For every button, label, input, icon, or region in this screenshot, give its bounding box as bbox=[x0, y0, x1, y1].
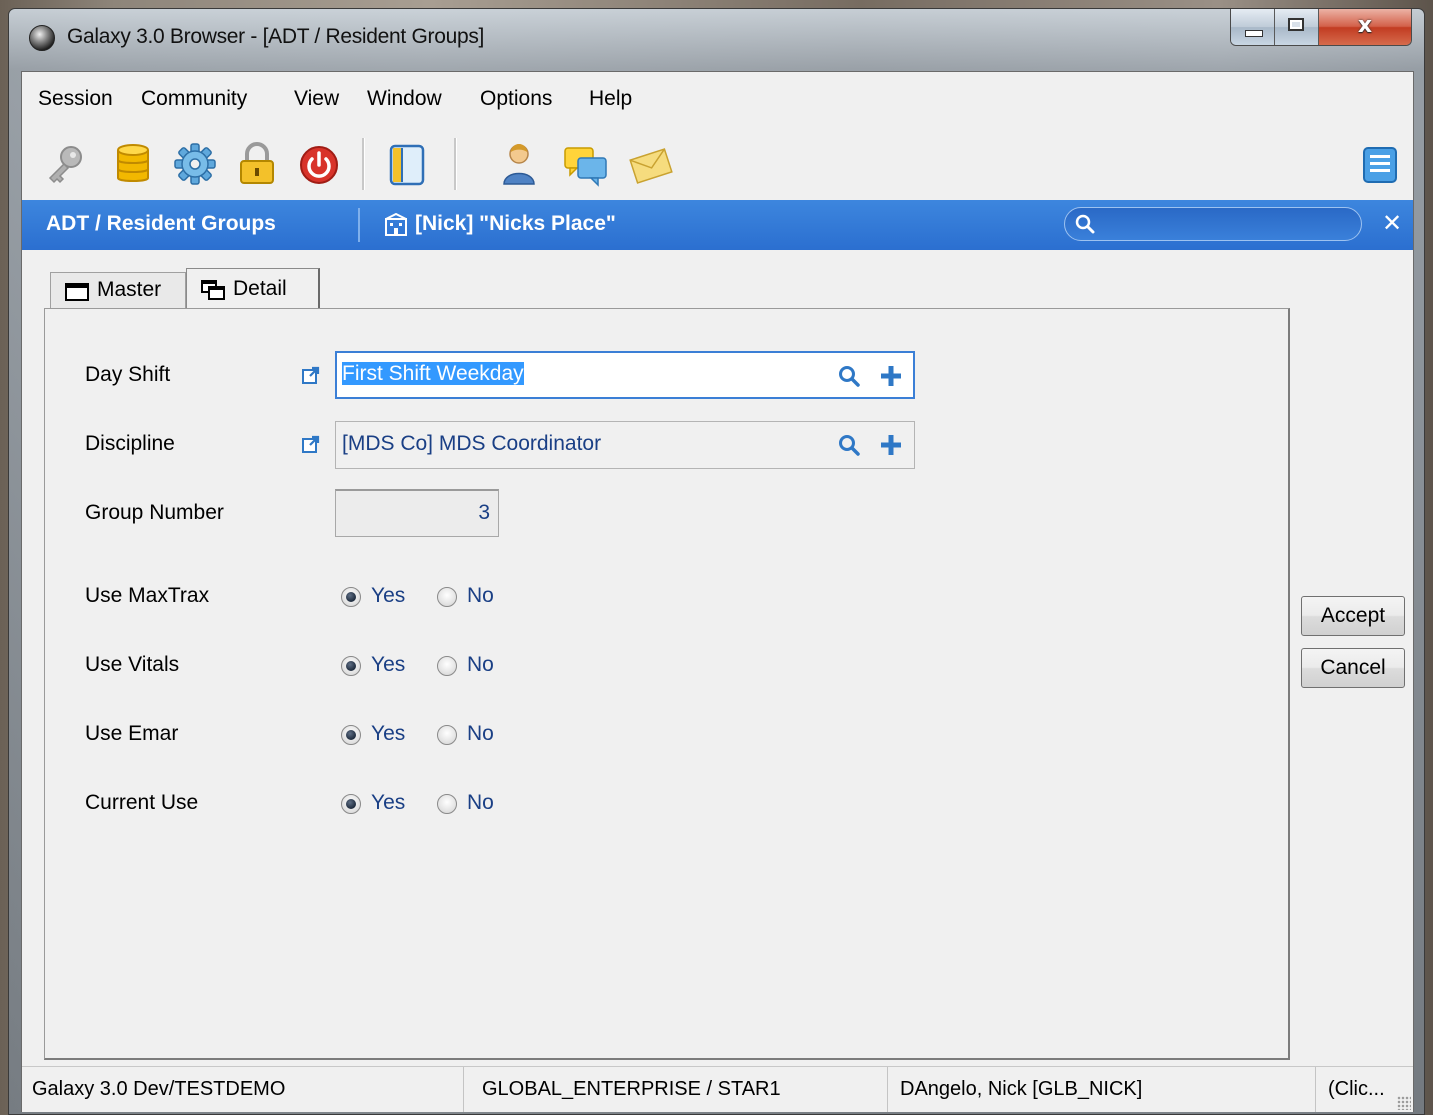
group-number-value[interactable]: 3 bbox=[478, 501, 490, 525]
app-window: Galaxy 3.0 Browser - [ADT / Resident Gro… bbox=[8, 8, 1425, 1115]
tab-detail-label: Detail bbox=[233, 277, 287, 300]
use-maxtrax-yes-label[interactable]: Yes bbox=[371, 584, 405, 608]
current-use-yes-label[interactable]: Yes bbox=[371, 791, 405, 815]
mail-icon[interactable] bbox=[628, 140, 674, 188]
tab-detail[interactable]: Detail bbox=[186, 268, 320, 310]
key-icon[interactable] bbox=[42, 140, 88, 188]
module-title: ADT / Resident Groups bbox=[46, 212, 276, 235]
search-icon[interactable] bbox=[837, 433, 861, 457]
current-use-radio-group: Yes No bbox=[341, 791, 521, 823]
database-icon[interactable] bbox=[110, 140, 156, 188]
status-user-text: DAngelo, Nick [GLB_NICK] bbox=[900, 1078, 1143, 1100]
use-emar-yes-label[interactable]: Yes bbox=[371, 722, 405, 746]
user-icon[interactable] bbox=[496, 140, 542, 188]
resize-grip[interactable] bbox=[1397, 1096, 1411, 1110]
toolbar-separator bbox=[362, 138, 365, 190]
add-icon[interactable] bbox=[879, 433, 903, 457]
discipline-field[interactable]: [MDS Co] MDS Coordinator bbox=[335, 421, 915, 469]
use-emar-yes-radio[interactable] bbox=[341, 725, 361, 745]
group-number-field[interactable]: 3 bbox=[335, 489, 499, 537]
use-emar-no-label[interactable]: No bbox=[467, 722, 494, 746]
use-vitals-radio-group: Yes No bbox=[341, 653, 521, 685]
tab-master[interactable]: Master bbox=[50, 272, 186, 308]
status-hint-text: (Clic... bbox=[1328, 1078, 1385, 1100]
status-environment-text: Galaxy 3.0 Dev/TESTDEMO bbox=[32, 1078, 286, 1100]
use-emar-radio-group: Yes No bbox=[341, 722, 521, 754]
list-menu-icon[interactable] bbox=[1360, 140, 1400, 188]
status-bar: Galaxy 3.0 Dev/TESTDEMO GLOBAL_ENTERPRIS… bbox=[22, 1066, 1413, 1112]
menu-session[interactable]: Session bbox=[38, 87, 113, 111]
use-maxtrax-no-label[interactable]: No bbox=[467, 584, 494, 608]
tab-master-label: Master bbox=[97, 278, 162, 301]
menu-help[interactable]: Help bbox=[589, 87, 632, 111]
galaxy-app-icon bbox=[29, 25, 55, 51]
day-shift-value[interactable]: First Shift Weekday bbox=[342, 362, 524, 386]
open-link-icon[interactable] bbox=[301, 365, 321, 385]
open-link-icon[interactable] bbox=[301, 434, 321, 454]
current-use-no-radio[interactable] bbox=[437, 794, 457, 814]
status-environment: Galaxy 3.0 Dev/TESTDEMO bbox=[22, 1067, 464, 1112]
use-maxtrax-yes-radio[interactable] bbox=[341, 587, 361, 607]
day-shift-field[interactable]: First Shift Weekday bbox=[335, 351, 915, 399]
chat-icon[interactable] bbox=[562, 140, 608, 188]
menu-window[interactable]: Window bbox=[367, 87, 442, 111]
status-enterprise: GLOBAL_ENTERPRISE / STAR1 bbox=[464, 1067, 888, 1112]
maximize-icon bbox=[1288, 18, 1304, 31]
facility-name: [Nick] "Nicks Place" bbox=[415, 212, 616, 235]
close-window-button[interactable]: x bbox=[1319, 9, 1411, 45]
use-vitals-yes-label[interactable]: Yes bbox=[371, 653, 405, 677]
use-maxtrax-label: Use MaxTrax bbox=[85, 584, 210, 607]
window-icon bbox=[65, 283, 89, 301]
building-icon bbox=[384, 212, 408, 237]
current-use-label: Current Use bbox=[85, 791, 199, 814]
cancel-button[interactable]: Cancel bbox=[1301, 648, 1405, 688]
detail-panel: Day Shift First Shift Weekday Discipline… bbox=[44, 308, 1290, 1060]
current-use-yes-radio[interactable] bbox=[341, 794, 361, 814]
header-search[interactable] bbox=[1064, 207, 1362, 241]
use-vitals-no-label[interactable]: No bbox=[467, 653, 494, 677]
accept-button[interactable]: Accept bbox=[1301, 596, 1405, 636]
use-maxtrax-no-radio[interactable] bbox=[437, 587, 457, 607]
discipline-value[interactable]: [MDS Co] MDS Coordinator bbox=[342, 432, 601, 456]
status-enterprise-text: GLOBAL_ENTERPRISE / STAR1 bbox=[482, 1078, 781, 1100]
window-title: Galaxy 3.0 Browser - [ADT / Resident Gro… bbox=[67, 25, 485, 48]
header-separator bbox=[358, 208, 360, 242]
discipline-label: Discipline bbox=[85, 432, 175, 455]
window-controls: x bbox=[1230, 9, 1412, 46]
close-module-icon[interactable]: ✕ bbox=[1382, 209, 1402, 237]
title-bar[interactable]: Galaxy 3.0 Browser - [ADT / Resident Gro… bbox=[9, 9, 1424, 71]
add-icon[interactable] bbox=[879, 364, 903, 388]
toolbar bbox=[22, 128, 1413, 200]
client-area: Session Community View Window Options He… bbox=[21, 71, 1414, 1112]
power-icon[interactable] bbox=[296, 140, 342, 188]
header-search-input[interactable] bbox=[1103, 211, 1347, 239]
maximize-button[interactable] bbox=[1275, 9, 1319, 45]
search-icon[interactable] bbox=[837, 364, 861, 388]
menu-view[interactable]: View bbox=[294, 87, 339, 111]
close-icon: x bbox=[1357, 13, 1373, 38]
day-shift-label: Day Shift bbox=[85, 363, 171, 386]
minimize-button[interactable] bbox=[1231, 9, 1275, 45]
menu-options[interactable]: Options bbox=[480, 87, 552, 111]
use-vitals-yes-radio[interactable] bbox=[341, 656, 361, 676]
toolbar-separator bbox=[454, 138, 457, 190]
use-vitals-label: Use Vitals bbox=[85, 653, 180, 676]
detail-windows-icon bbox=[201, 280, 225, 300]
status-user: DAngelo, Nick [GLB_NICK] bbox=[888, 1067, 1316, 1112]
search-icon bbox=[1075, 214, 1095, 234]
group-number-label: Group Number bbox=[85, 501, 224, 524]
use-vitals-no-radio[interactable] bbox=[437, 656, 457, 676]
gear-icon[interactable] bbox=[172, 140, 218, 188]
menu-bar: Session Community View Window Options He… bbox=[22, 72, 1413, 128]
minimize-icon bbox=[1245, 30, 1263, 37]
use-emar-no-radio[interactable] bbox=[437, 725, 457, 745]
panel-icon[interactable] bbox=[384, 140, 430, 188]
use-emar-label: Use Emar bbox=[85, 722, 179, 745]
module-header-bar: ADT / Resident Groups [Nick] "Nicks Plac… bbox=[22, 200, 1413, 250]
current-use-no-label[interactable]: No bbox=[467, 791, 494, 815]
lock-icon[interactable] bbox=[234, 140, 280, 188]
menu-community[interactable]: Community bbox=[141, 87, 247, 111]
use-maxtrax-radio-group: Yes No bbox=[341, 584, 521, 616]
